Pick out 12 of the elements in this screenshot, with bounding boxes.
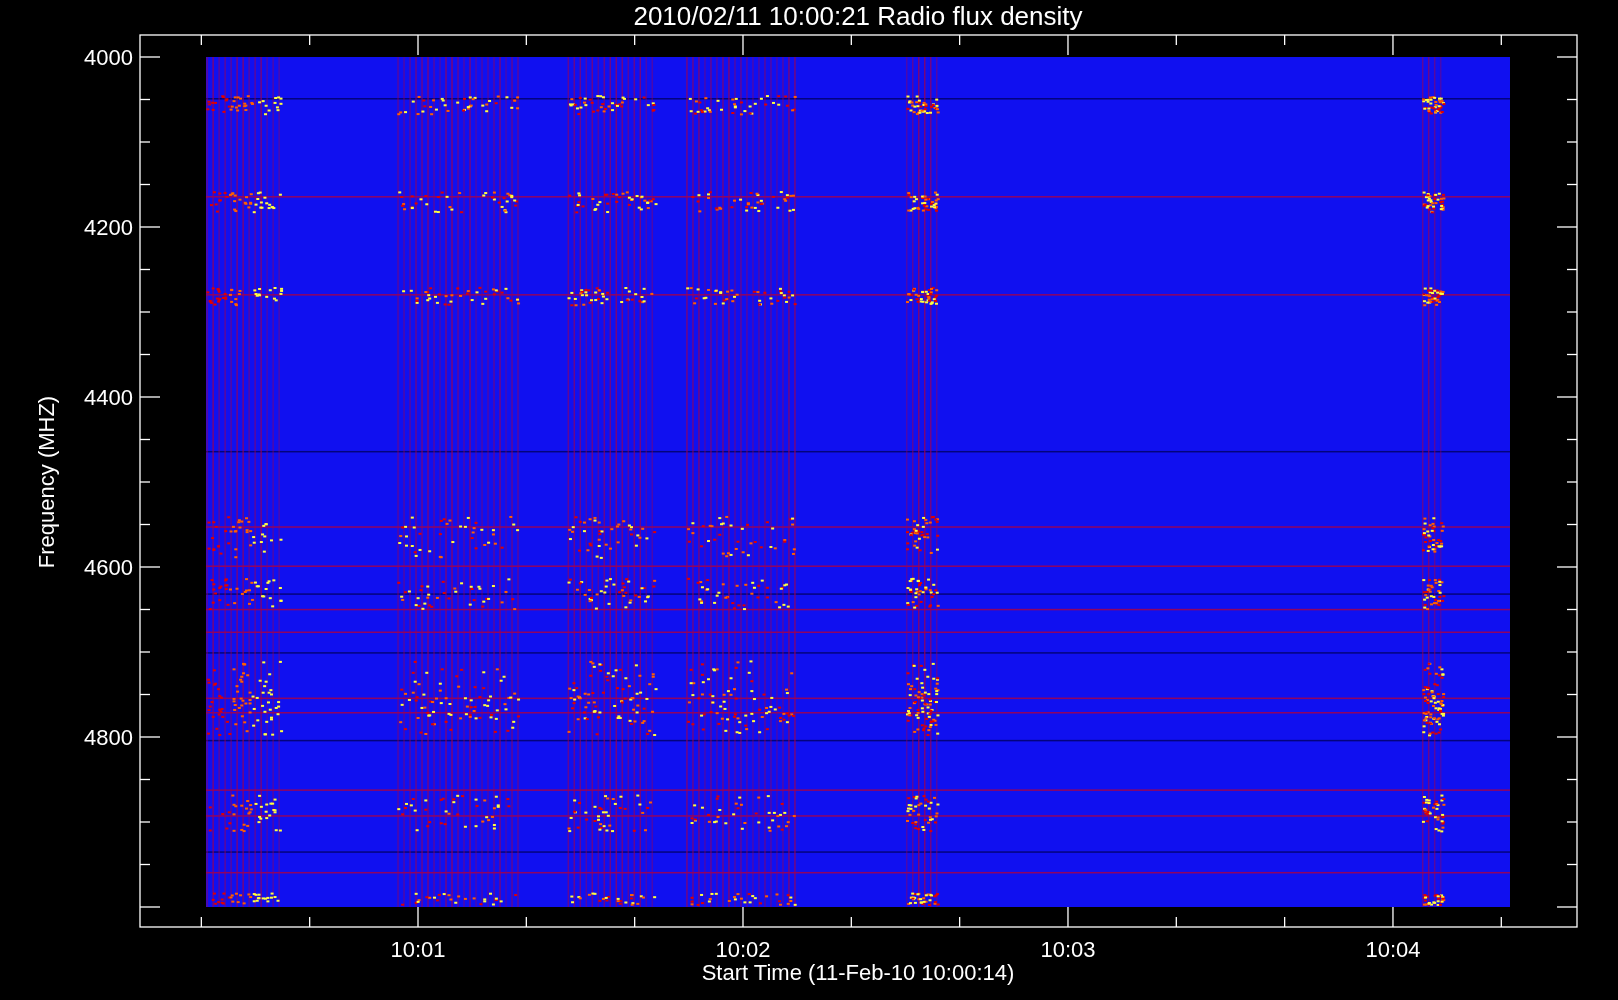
- y-tick-label: 4000: [84, 45, 133, 70]
- y-tick-label: 4600: [84, 555, 133, 580]
- x-tick-label: 10:03: [1040, 937, 1096, 962]
- x-tick-label: 10:02: [715, 937, 771, 962]
- y-tick-label: 4800: [84, 725, 133, 750]
- x-tick-label: 10:01: [390, 937, 446, 962]
- x-axis-label: Start Time (11-Feb-10 10:00:14): [701, 960, 1015, 985]
- plot-title: 2010/02/11 10:00:21 Radio flux density: [633, 1, 1083, 31]
- y-axis-label: Frequency (MHZ): [34, 395, 59, 569]
- y-tick-label: 4400: [84, 385, 133, 410]
- y-tick-label: 4200: [84, 215, 133, 240]
- x-tick-label: 10:04: [1365, 937, 1421, 962]
